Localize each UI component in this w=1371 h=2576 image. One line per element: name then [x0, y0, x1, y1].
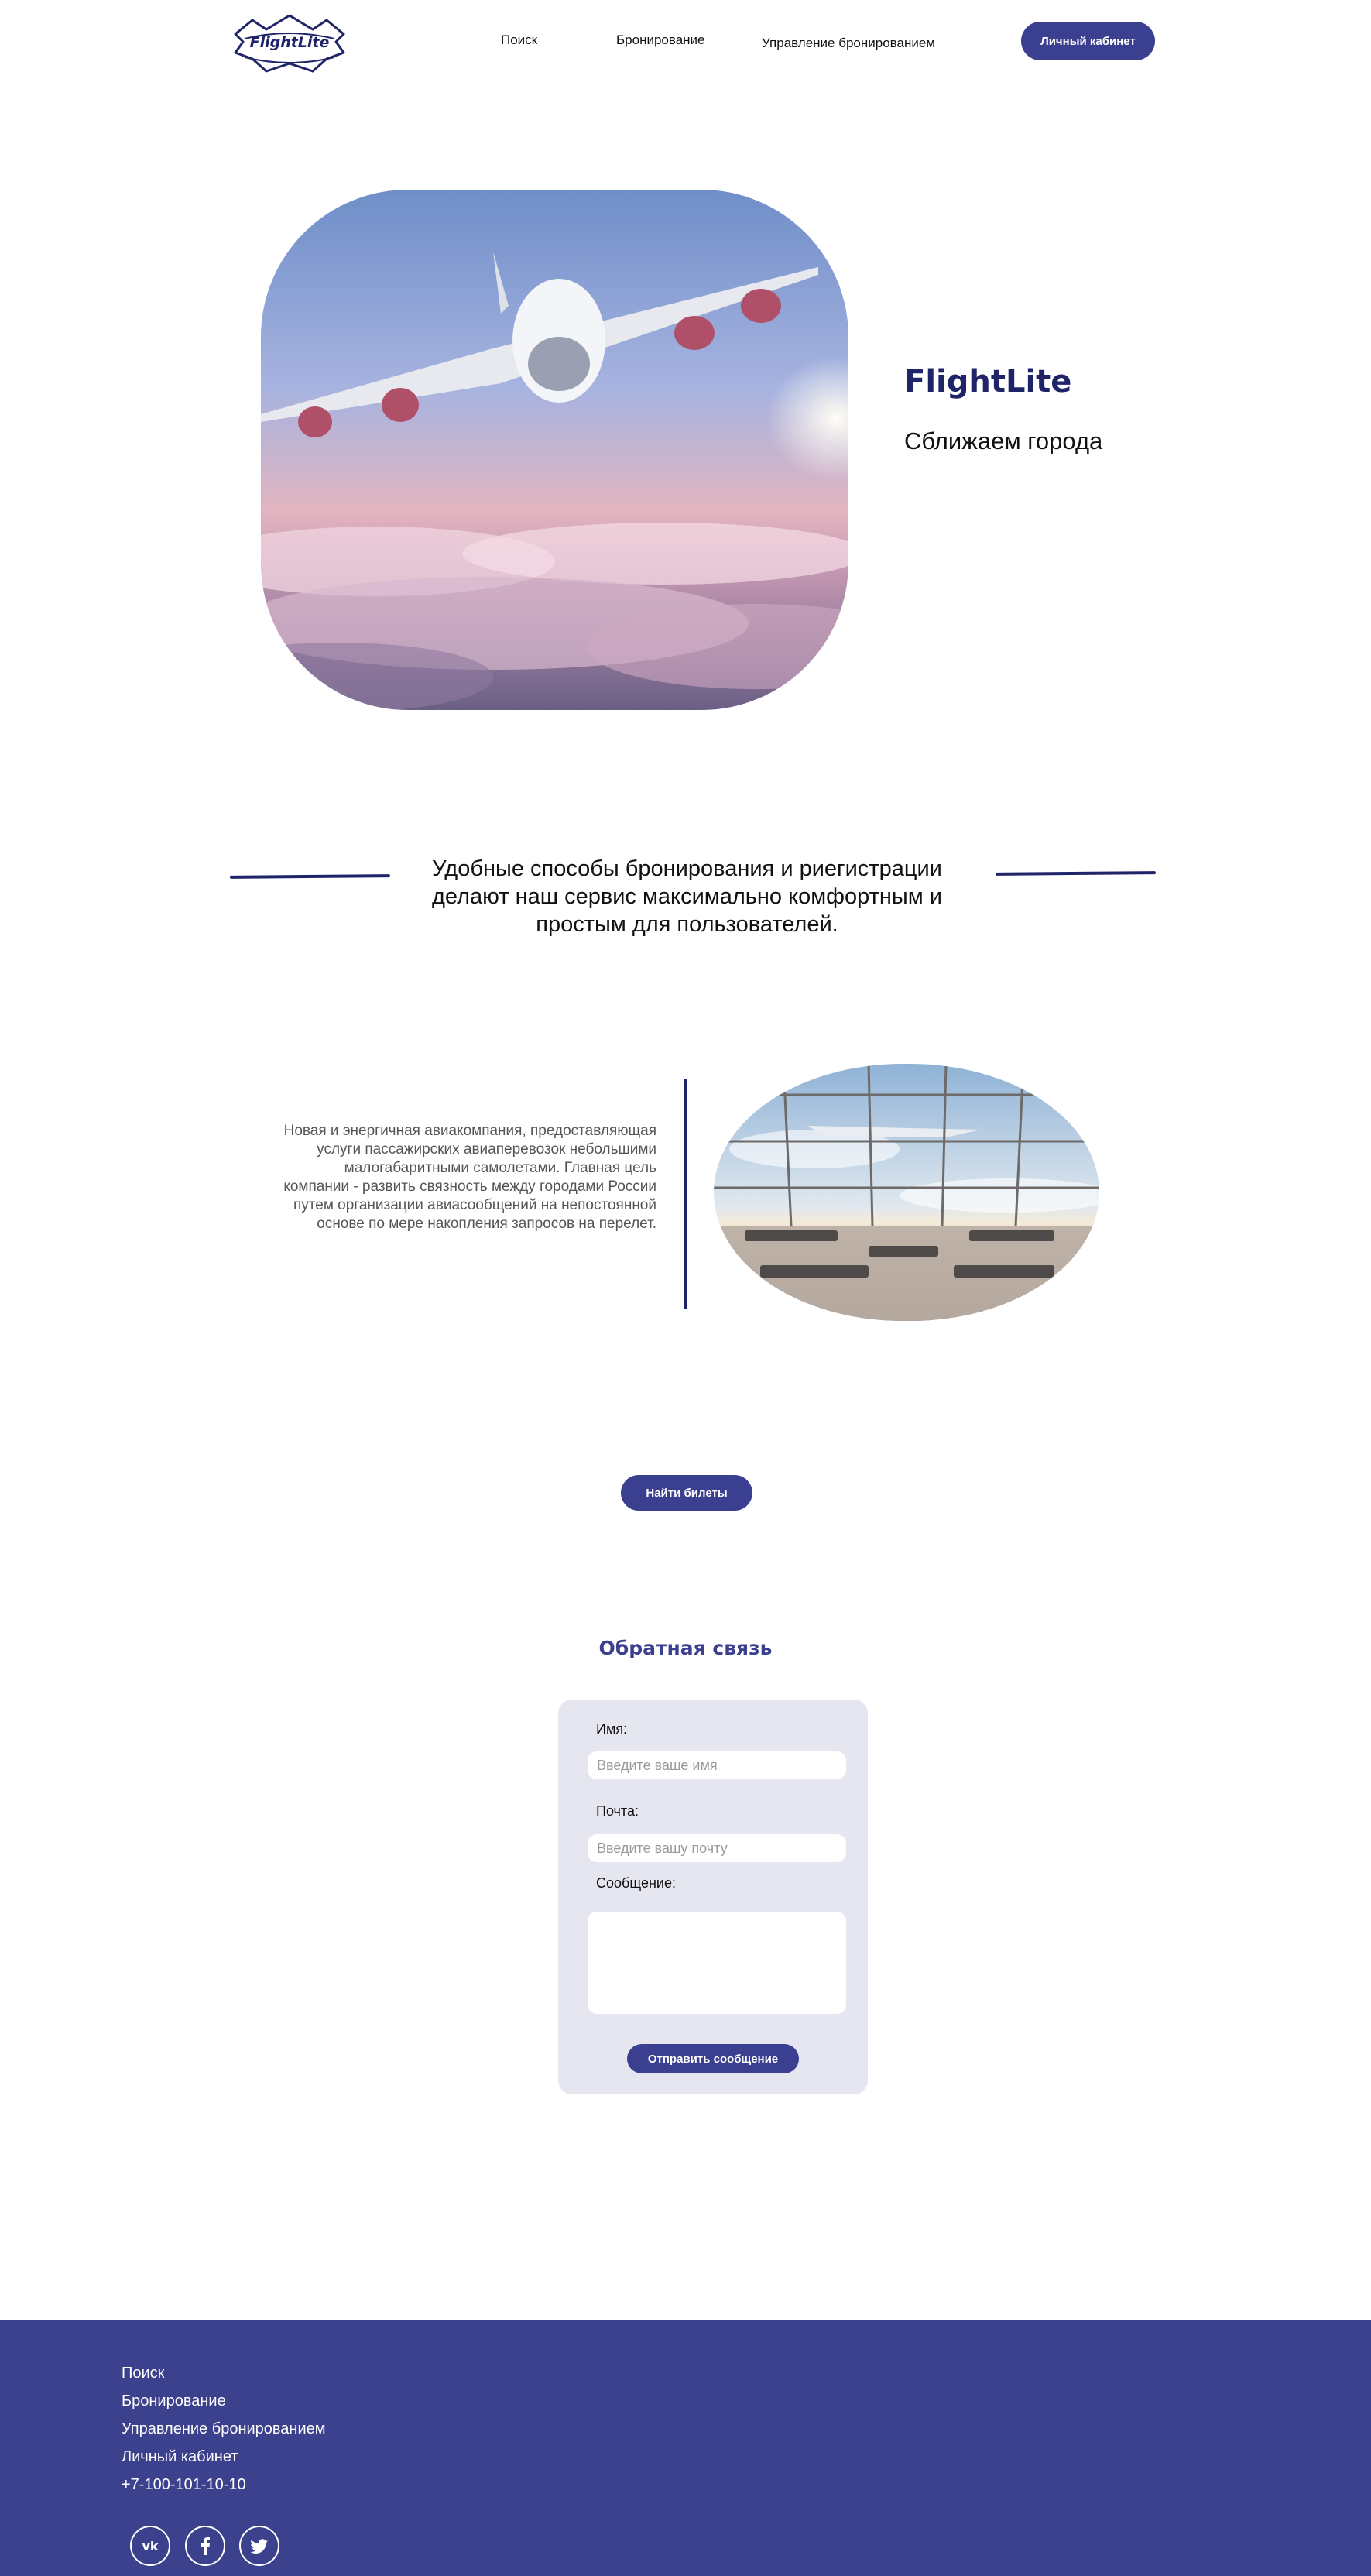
footer-link-manage-booking[interactable]: Управление бронированием [122, 2420, 326, 2438]
account-button[interactable]: Личный кабинет [1021, 22, 1155, 60]
about-divider [684, 1079, 687, 1309]
footer-link-account[interactable]: Личный кабинет [122, 2448, 238, 2466]
tagline-left-line [229, 874, 391, 879]
about-text: Новая и энергичная авиакомпания, предост… [283, 1123, 656, 1232]
message-textarea[interactable] [588, 1912, 846, 2014]
name-input[interactable] [588, 1751, 846, 1779]
airport-terminal-image [714, 1064, 1099, 1321]
nav-search[interactable]: Поиск [501, 33, 537, 48]
nav-manage-booking[interactable]: Управление бронированием [762, 36, 935, 51]
email-input[interactable] [588, 1834, 846, 1862]
footer-phone[interactable]: +7-100-101-10-10 [122, 2476, 246, 2494]
footer-link-booking[interactable]: Бронирование [122, 2392, 226, 2410]
tagline-text: Удобные способы бронирования и риегистра… [432, 856, 942, 937]
hero-subtitle: Сближаем города [904, 427, 1103, 454]
logo[interactable]: FlightLite [229, 12, 350, 79]
hero-airplane-image [261, 190, 848, 710]
feedback-form: Имя: Почта: Сообщение: Отправить сообщен… [558, 1700, 868, 2094]
feedback-title: Обратная связь [598, 1637, 773, 1659]
footer: Поиск Бронирование Управление бронирован… [0, 2320, 1371, 2576]
hero-title: FlightLite [904, 364, 1072, 400]
nav-booking[interactable]: Бронирование [616, 33, 705, 48]
submit-message-button[interactable]: Отправить сообщение [627, 2044, 799, 2073]
name-label: Имя: [596, 1721, 628, 1737]
email-label: Почта: [596, 1803, 639, 1819]
svg-text:vk: vk [142, 2539, 158, 2554]
tagline-right-line [995, 871, 1157, 876]
message-label: Сообщение: [596, 1875, 676, 1891]
vk-icon[interactable]: vk [130, 2526, 170, 2566]
facebook-icon[interactable] [185, 2526, 225, 2566]
footer-link-search[interactable]: Поиск [122, 2365, 164, 2382]
logo-text: FlightLite [249, 34, 330, 51]
find-tickets-button[interactable]: Найти билеты [621, 1475, 752, 1511]
twitter-icon[interactable] [239, 2526, 279, 2566]
